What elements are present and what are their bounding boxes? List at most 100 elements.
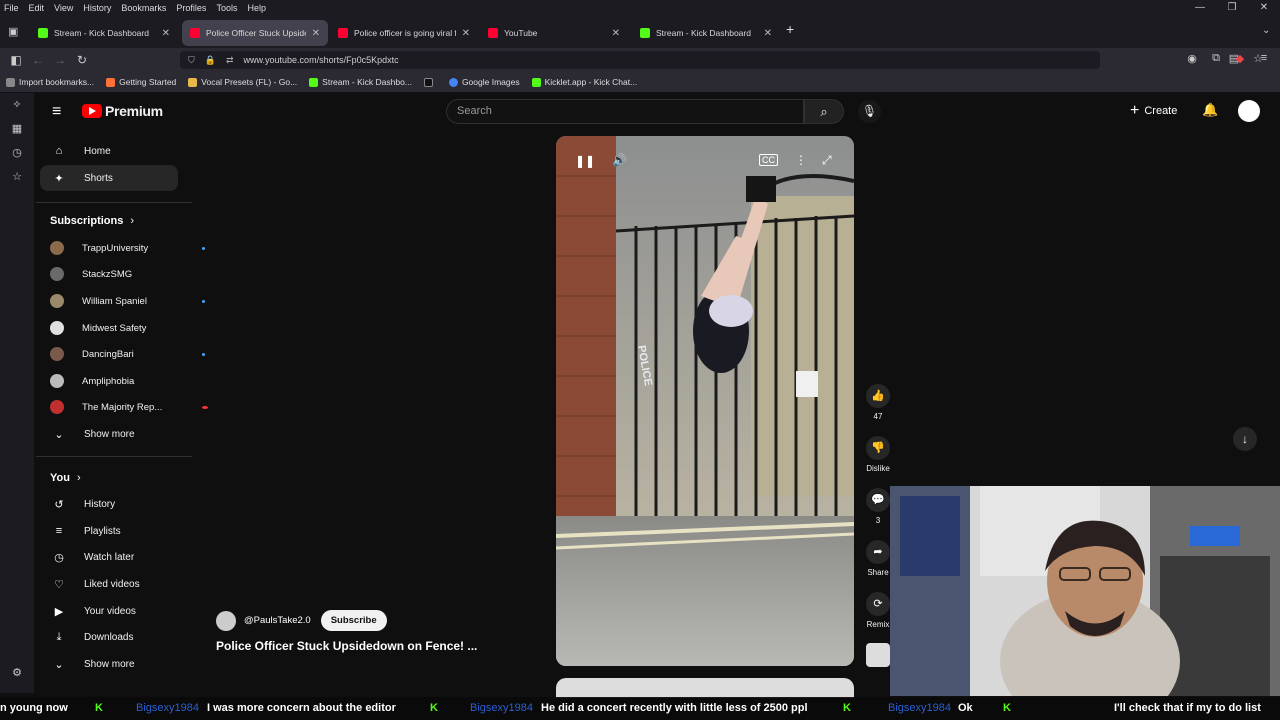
bookmark-import[interactable]: Import bookmarks... [6,77,94,87]
bookmark-kick-dashboard[interactable]: Stream - Kick Dashbo... [309,77,412,87]
close-tab-icon[interactable]: ✕ [162,28,170,39]
sidebar-history-icon[interactable]: ◷ [0,141,34,165]
fullscreen-icon[interactable]: ⤢ [822,153,832,168]
tab-kick-dashboard[interactable]: Stream - Kick Dashboard ✕ [30,20,178,46]
sidebar-item-playlists[interactable]: ≡ Playlists [40,518,178,544]
like-button[interactable]: 👍 47 [866,384,890,421]
shorts-video-player[interactable]: POLICE ❚❚ 🔊 CC ⋮ ⤢ [556,136,854,666]
remix-button[interactable]: ⟳ Remix [866,592,890,629]
captions-icon[interactable]: CC [759,154,778,166]
new-tab-icon[interactable]: + [786,21,794,37]
channel-handle[interactable]: @PaulsTake2.0 [244,615,311,626]
sidebar-item-william-spaniel[interactable]: William Spaniel [40,288,205,314]
close-tab-icon[interactable]: ✕ [612,28,620,39]
menu-bookmarks[interactable]: Bookmarks [121,3,166,13]
you-heading[interactable]: You › [50,472,81,484]
bookmark-s[interactable] [423,77,437,87]
google-icon [448,77,458,87]
sidebar-item-shorts[interactable]: ✦ Shorts [40,165,178,191]
sidebar-item-home[interactable]: ⌂ Home [40,138,178,164]
show-more-subscriptions[interactable]: ⌄ Show more [40,421,178,447]
ticker-message: I'll check that if my to do list [1114,702,1261,714]
close-tab-icon[interactable]: ✕ [764,28,772,39]
create-button[interactable]: + Create [1130,102,1177,120]
shorts-icon: ✦ [54,172,64,185]
subscriptions-heading[interactable]: Subscriptions › [50,215,134,227]
ticker-message: n young now [0,702,68,714]
search-icon[interactable]: ⌕ [804,99,844,124]
search-input[interactable]: Search [446,99,804,124]
sidebar-item-midwest-safety[interactable]: Midwest Safety [40,315,178,341]
microphone-icon[interactable]: 🎙 [858,100,881,123]
bookmark-label: Getting Started [119,77,177,87]
menu-edit[interactable]: Edit [29,3,45,13]
tab-overflow-icon[interactable]: ⌄ [1262,25,1270,36]
sidebar-item-label: Downloads [84,631,134,643]
forward-icon[interactable]: → [49,53,71,67]
streamer-webcam [890,486,1280,696]
extensions-icon[interactable]: ⧉ [1204,52,1228,65]
url-bar[interactable]: ⛉ 🔒 ⇄ www.youtube.com/shorts/Fp0c5Kpdxtc [180,51,1100,69]
sidebar-item-stackzsmg[interactable]: StackzSMG [40,261,178,287]
app-menu-icon[interactable]: ≡ [1252,52,1276,65]
menu-profiles[interactable]: Profiles [176,3,206,13]
pause-icon[interactable]: ❚❚ [575,154,595,168]
share-button[interactable]: ➦ Share [866,540,890,577]
minimize-icon[interactable]: — [1184,0,1216,16]
tab-list-icon[interactable]: ▣ [8,25,18,38]
menu-history[interactable]: History [83,3,111,13]
tab-youtube[interactable]: YouTube ✕ [480,20,628,46]
bookmark-kicklet[interactable]: Kicklet.app - Kick Chat... [531,77,637,87]
subscribe-button[interactable]: Subscribe [320,610,387,631]
volume-icon[interactable]: 🔊 [612,153,627,167]
menu-help[interactable]: Help [247,3,266,13]
tab-kick-dashboard-2[interactable]: Stream - Kick Dashboard ✕ [632,20,780,46]
permissions-icon[interactable]: ⇄ [226,55,234,66]
menu-view[interactable]: View [54,3,73,13]
user-avatar[interactable] [1238,100,1260,122]
close-tab-icon[interactable]: ✕ [312,28,320,39]
next-short-preview[interactable] [556,678,854,698]
channel-avatar[interactable] [216,610,236,631]
sidebar-item-liked-videos[interactable]: ♡ Liked videos [40,571,178,597]
sidebar-item-watch-later[interactable]: ◷ Watch later [40,544,178,570]
show-more-you[interactable]: ⌄ Show more [40,651,178,677]
dislike-button[interactable]: 👎 Dislike [866,436,890,473]
tab-police-officer-active[interactable]: Police Officer Stuck Upside ✕ [182,20,328,46]
sidebar-item-trappuniversity[interactable]: TrappUniversity [40,235,205,261]
account-icon[interactable]: ◉ [1180,52,1204,65]
bookmark-getting-started[interactable]: Getting Started [106,77,176,87]
sidebar-item-majority-report[interactable]: The Majority Rep... [40,394,208,420]
video-title[interactable]: Police Officer Stuck Upsidedown on Fence… [216,639,477,653]
tab-police-viral[interactable]: Police officer is going viral for l ✕ [330,20,478,46]
comments-button[interactable]: 💬 3 [866,488,890,525]
sidebar-item-history[interactable]: ↺ History [40,491,178,517]
menu-file[interactable]: File [4,3,19,13]
close-window-icon[interactable]: ✕ [1248,0,1280,16]
guide-menu-icon[interactable]: ≡ [52,103,61,121]
extension-icon[interactable]: ◆ [1228,52,1252,65]
sidebar-item-dancingbari[interactable]: DancingBari [40,341,205,367]
shield-icon[interactable]: ⛉ [188,55,195,66]
notifications-bell-icon[interactable]: 🔔 [1202,102,1218,118]
restore-icon[interactable]: ❐ [1216,0,1248,16]
sound-button[interactable] [866,643,890,667]
sidebar-item-your-videos[interactable]: ▶ Your videos [40,598,178,624]
sidebar-star-icon[interactable]: ☆ [0,165,34,189]
next-video-arrow-icon[interactable]: ↓ [1233,427,1257,451]
settings-gear-icon[interactable]: ⚙ [0,661,34,685]
ai-icon[interactable]: ✧ [0,93,34,117]
more-options-icon[interactable]: ⋮ [795,153,807,167]
sidebar-toggle-icon[interactable]: ◧ [5,53,27,67]
youtube-logo[interactable]: Premium [82,103,163,119]
menu-tools[interactable]: Tools [216,3,237,13]
bookmark-vocal-presets[interactable]: Vocal Presets (FL) - Go... [188,77,297,87]
reload-icon[interactable]: ↻ [71,53,93,67]
close-tab-icon[interactable]: ✕ [462,28,470,39]
sidebar-bookmarks-icon[interactable]: ▦ [0,117,34,141]
sidebar-item-ampliphobia[interactable]: Ampliphobia [40,368,178,394]
sidebar-item-downloads[interactable]: ⤓ Downloads [40,624,178,650]
back-icon[interactable]: ← [27,53,49,67]
live-indicator [202,405,208,409]
bookmark-google-images[interactable]: Google Images [448,77,520,87]
